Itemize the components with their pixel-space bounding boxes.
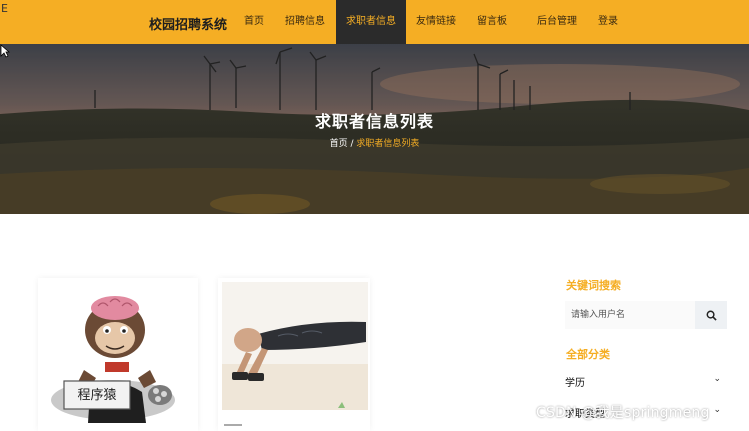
nav-item-messages[interactable]: 留言板	[472, 0, 512, 44]
nav-item-admin[interactable]: 后台管理	[532, 0, 582, 44]
search-button[interactable]	[695, 301, 727, 329]
applicant-card-1[interactable]: 程序猿	[38, 278, 198, 431]
monkey-caption: 程序猿	[77, 388, 116, 403]
search-heading: 关键词搜索	[566, 279, 621, 292]
nav-item-applicants[interactable]: 求职者信息	[336, 0, 406, 44]
nav-item-login[interactable]: 登录	[594, 0, 622, 44]
pushup-photo-image	[222, 282, 368, 426]
applicant-card-2[interactable]	[218, 278, 370, 431]
nav-item-links[interactable]: 友情链接	[412, 0, 460, 44]
chevron-down-icon: ⌄	[713, 374, 721, 384]
corner-mark: E	[1, 2, 8, 15]
breadcrumb: 首页 / 求职者信息列表	[0, 136, 749, 149]
search-icon	[706, 310, 717, 321]
nav-item-home[interactable]: 首页	[236, 0, 272, 44]
mouse-cursor-icon	[0, 44, 10, 58]
page-title: 求职者信息列表	[314, 112, 434, 131]
category-label: 学历	[565, 378, 585, 389]
csdn-watermark: CSDN @我是springmeng	[536, 405, 710, 421]
chevron-down-icon: ⌄	[713, 405, 721, 415]
category-item-education[interactable]: 学历 ⌄	[565, 374, 725, 390]
programmer-monkey-image: 程序猿	[51, 296, 175, 423]
top-navbar: E 校园招聘系统 首页 招聘信息 求职者信息 友情链接 留言板 后台管理 登录	[0, 0, 749, 44]
search-box	[565, 301, 727, 329]
nav-item-jobs[interactable]: 招聘信息	[281, 0, 329, 44]
username-search-input[interactable]	[565, 301, 695, 329]
hero-banner: 求职者信息列表 首页 / 求职者信息列表	[0, 44, 749, 214]
breadcrumb-current: 求职者信息列表	[356, 139, 420, 149]
category-heading: 全部分类	[566, 348, 610, 361]
site-brand[interactable]: 校园招聘系统	[149, 14, 227, 33]
breadcrumb-home-link[interactable]: 首页	[330, 139, 348, 149]
